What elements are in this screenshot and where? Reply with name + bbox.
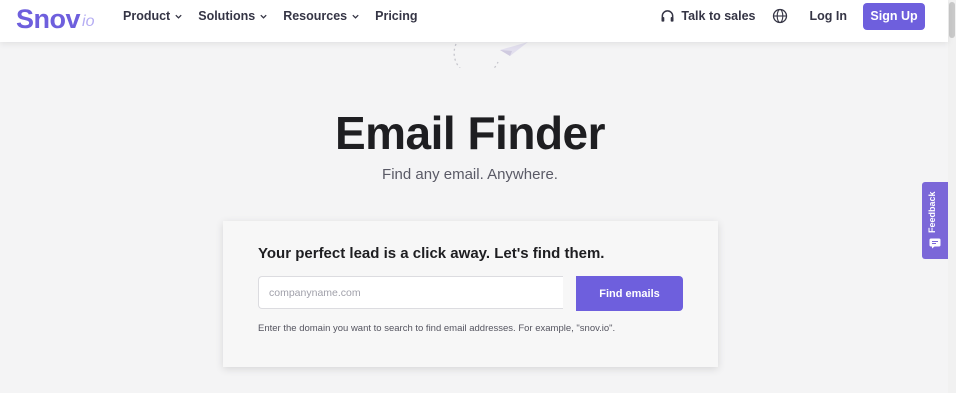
chat-icon: [929, 238, 941, 249]
nav-item-product[interactable]: Product: [123, 9, 183, 23]
nav-item-label: Solutions: [198, 9, 256, 23]
feedback-label: Feedback: [927, 191, 937, 233]
talk-to-sales-label: Talk to sales: [681, 9, 756, 23]
top-navigation-bar: Snov io Product Solutions Resources Pric…: [0, 0, 948, 42]
language-selector[interactable]: [772, 8, 788, 24]
snov-logo[interactable]: Snov io: [16, 2, 94, 34]
page-scrollbar[interactable]: [948, 0, 956, 393]
nav-item-pricing[interactable]: Pricing: [375, 9, 417, 23]
globe-icon: [772, 8, 787, 24]
header-actions: Talk to sales Log In Sign Up: [660, 0, 925, 32]
scrollbar-thumb[interactable]: [949, 2, 955, 38]
page-title: Email Finder: [334, 107, 606, 159]
feedback-tab[interactable]: Feedback: [922, 182, 948, 259]
logo-main-text: Snov: [16, 4, 81, 34]
nav-item-label: Product: [123, 9, 171, 23]
find-emails-button[interactable]: Find emails: [576, 276, 683, 311]
search-hint-text: Enter the domain you want to search to f…: [258, 323, 616, 334]
login-link[interactable]: Log In: [810, 9, 848, 23]
chevron-down-icon: [175, 14, 182, 19]
nav-item-resources[interactable]: Resources: [283, 9, 360, 23]
main-nav: Product Solutions Resources Pricing: [123, 0, 433, 32]
search-card-heading: Your perfect lead is a click away. Let's…: [258, 245, 605, 262]
nav-item-label: Pricing: [375, 9, 418, 23]
search-card: Your perfect lead is a click away. Let's…: [223, 221, 718, 367]
nav-item-solutions[interactable]: Solutions: [198, 9, 268, 23]
nav-item-label: Resources: [283, 9, 348, 23]
talk-to-sales-link[interactable]: Talk to sales: [660, 9, 756, 24]
chevron-down-icon: [260, 14, 267, 19]
logo-suffix-text: io: [82, 13, 95, 30]
headset-icon: [661, 9, 674, 22]
chevron-down-icon: [352, 14, 359, 19]
decorative-orbit-graphic: [453, 42, 528, 68]
domain-search-input[interactable]: [258, 276, 563, 309]
signup-button[interactable]: Sign Up: [863, 2, 925, 30]
page-subtitle: Find any email. Anywhere.: [382, 166, 558, 183]
